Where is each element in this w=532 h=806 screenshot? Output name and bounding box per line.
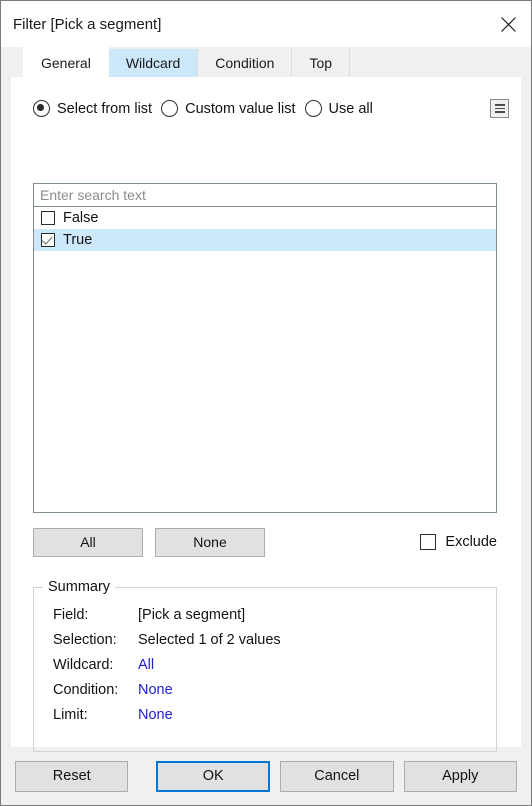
list-menu-icon[interactable] — [490, 99, 509, 118]
summary-value[interactable]: None — [138, 707, 173, 723]
values-listbox: False True — [33, 183, 497, 513]
tab-content-general: Select from list Custom value list Use a… — [11, 77, 521, 752]
tab-condition-label: Condition — [215, 55, 275, 71]
tab-condition[interactable]: Condition — [197, 48, 293, 77]
tab-general-label: General — [41, 54, 91, 71]
tab-top-label: Top — [309, 55, 333, 71]
summary-value: [Pick a segment] — [138, 607, 246, 623]
tab-strip: General Wildcard Condition Top — [1, 47, 531, 77]
list-item[interactable]: False — [34, 207, 496, 229]
selection-actions-row: All None Exclude — [33, 527, 497, 557]
summary-row-field: Field: [Pick a segment] — [53, 607, 496, 632]
select-none-button[interactable]: None — [155, 527, 265, 557]
radio-unselected-icon — [304, 100, 322, 117]
list-item-label: True — [63, 232, 93, 248]
summary-row-selection: Selection: Selected 1 of 2 values — [53, 632, 496, 657]
filter-dialog: Filter [Pick a segment] General Wildcard… — [0, 0, 532, 806]
summary-value[interactable]: All — [138, 657, 154, 673]
summary-row-wildcard: Wildcard: All — [53, 657, 496, 682]
radio-use-all[interactable]: Use all — [304, 100, 382, 117]
search-input[interactable] — [40, 187, 496, 203]
tab-wildcard[interactable]: Wildcard — [107, 48, 199, 77]
summary-key: Limit: — [53, 707, 88, 723]
search-row — [34, 184, 496, 207]
radio-use-all-label: Use all — [328, 100, 373, 117]
select-all-button[interactable]: All — [33, 527, 143, 557]
tab-top[interactable]: Top — [291, 48, 351, 77]
hamburger-bars-icon — [494, 104, 505, 113]
radio-unselected-icon — [161, 100, 179, 117]
list-item[interactable]: True — [34, 229, 496, 251]
title-bar: Filter [Pick a segment] — [1, 1, 531, 47]
radio-selected-icon — [33, 100, 50, 117]
summary-groupbox: Summary Field: [Pick a segment] Selectio… — [33, 579, 497, 752]
checkbox-checked-icon[interactable] — [41, 233, 55, 247]
summary-key: Selection: — [53, 632, 117, 648]
summary-value[interactable]: None — [138, 682, 173, 698]
radio-select-from-list[interactable]: Select from list — [33, 100, 161, 117]
radio-select-from-list-label: Select from list — [57, 100, 153, 117]
reset-button[interactable]: Reset — [15, 760, 129, 792]
summary-key: Condition: — [53, 682, 119, 698]
summary-row-limit: Limit: None — [53, 707, 496, 732]
dialog-footer: Reset OK Cancel Apply — [1, 747, 531, 805]
radio-custom-value-list-label: Custom value list — [185, 100, 296, 117]
tab-wildcard-label: Wildcard — [125, 55, 181, 71]
checkbox-unchecked-icon[interactable] — [41, 211, 55, 225]
summary-row-condition: Condition: None — [53, 682, 496, 707]
radio-custom-value-list[interactable]: Custom value list — [161, 100, 304, 117]
summary-legend: Summary — [43, 579, 116, 595]
apply-button[interactable]: Apply — [403, 760, 518, 792]
summary-table: Field: [Pick a segment] Selection: Selec… — [34, 588, 496, 732]
exclude-checkbox[interactable]: Exclude — [420, 534, 497, 550]
cancel-button[interactable]: Cancel — [280, 760, 394, 792]
list-item-label: False — [63, 210, 99, 226]
filter-mode-group: Select from list Custom value list Use a… — [11, 77, 521, 123]
values-list: False True — [34, 207, 496, 251]
ok-button[interactable]: OK — [156, 760, 271, 792]
exclude-label: Exclude — [445, 534, 497, 550]
summary-key: Field: — [53, 607, 89, 623]
summary-value: Selected 1 of 2 values — [138, 632, 281, 648]
close-icon[interactable] — [485, 1, 531, 47]
checkbox-unchecked-icon[interactable] — [420, 534, 437, 550]
dialog-title: Filter [Pick a segment] — [13, 15, 162, 33]
tab-general[interactable]: General — [23, 47, 109, 77]
summary-key: Wildcard: — [53, 657, 114, 673]
